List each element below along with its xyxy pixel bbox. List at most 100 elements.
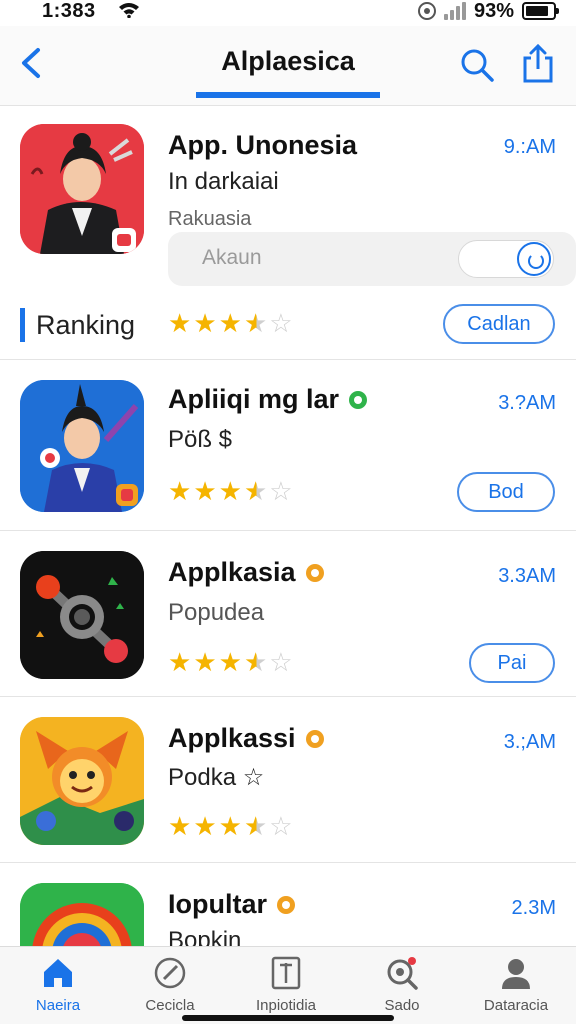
ranking-label: Ranking (36, 310, 136, 340)
app-row[interactable]: Apliiqi mg lar Pöß $ 3.?AM ★ ★ ★ ★ ☆ Bod (0, 360, 576, 531)
app-subtitle: Pöß $ (168, 426, 233, 453)
app-size: 3.3AM (498, 565, 556, 587)
toggle-switch[interactable] (458, 240, 554, 278)
star-half-icon: ★ (243, 476, 268, 506)
star-full-icon: ★ (218, 476, 242, 506)
app-size: 2.3M (511, 897, 556, 919)
app-subtitle: Popudea (168, 599, 265, 626)
tab-library[interactable]: Inpiotidia (236, 955, 336, 1019)
star-full-icon: ★ (218, 811, 242, 841)
app-name: Applkasia (168, 557, 324, 588)
tab-label: Dataracia (483, 997, 549, 1014)
search-badge-icon (387, 957, 418, 990)
star-full-icon: ★ (193, 476, 217, 506)
app-name-text: Apliiqi mg lar (168, 384, 340, 414)
location-ring-icon (417, 2, 436, 20)
search-icon[interactable] (458, 46, 496, 84)
star-empty-icon: ☆ (269, 476, 293, 506)
star-empty-icon: ☆ (269, 308, 293, 338)
home-indicator (182, 1015, 394, 1021)
rainbow-ring-icon (20, 883, 144, 946)
app-name-text: Iopultar (168, 889, 267, 919)
nav-bar: Alplaesica (0, 26, 576, 106)
title-underline (196, 92, 380, 98)
app-row[interactable]: App. Unonesia In darkaiai Rakuasia 9.:AM… (0, 106, 576, 360)
profile-icon (502, 959, 530, 989)
app-name-text: Applkasia (168, 557, 296, 587)
star-full-icon: ★ (168, 476, 192, 506)
book-icon (271, 956, 301, 990)
fidget-spinner-icon (20, 551, 144, 679)
star-full-icon: ★ (168, 811, 192, 841)
install-button[interactable]: Cadlan (443, 304, 555, 344)
status-bar: 1:383 93% (0, 0, 576, 26)
star-rating: ★ ★ ★ ★ ☆ (168, 649, 293, 675)
star-full-icon: ★ (193, 647, 217, 677)
share-icon[interactable] (520, 42, 556, 84)
battery-fill (526, 6, 549, 16)
app-icon-business[interactable] (20, 380, 144, 512)
app-subtitle: In darkaiai (168, 168, 279, 195)
tab-bar: Naeira Cecicla Inpiotidia Sado Dataracia (0, 946, 576, 1024)
app-name: App. Unonesia (168, 130, 358, 160)
star-full-icon: ★ (193, 308, 217, 338)
star-half-icon: ★ (243, 647, 268, 677)
tab-label: Inpiotidia (255, 997, 317, 1014)
verified-badge-icon (305, 729, 324, 748)
star-rating: ★ ★ ★ ★ ☆ (168, 310, 293, 336)
app-icon-spinner[interactable] (20, 551, 144, 679)
status-time: 1:383 (42, 0, 96, 22)
verified-badge-icon (277, 895, 295, 914)
app-row[interactable]: Iopultar Bopkin 2.3M (0, 863, 576, 946)
battery-percent: 93% (473, 0, 514, 22)
star-full-icon: ★ (193, 811, 217, 841)
install-button[interactable]: Pai (469, 643, 555, 683)
refresh-icon (517, 242, 551, 276)
app-row[interactable]: Applkassi Podka ☆ 3.;AM ★ ★ ★ ★ ☆ (0, 697, 576, 863)
tab-home[interactable]: Naeira (8, 955, 108, 1019)
install-button[interactable]: Bod (457, 472, 555, 512)
toggle-panel: Akaun (168, 232, 576, 286)
tab-label: Cecicla (145, 997, 195, 1014)
app-name: Apliiqi mg lar (168, 384, 368, 415)
app-row[interactable]: Applkasia Popudea 3.3AM ★ ★ ★ ★ ☆ Pai (0, 531, 576, 697)
wifi-icon (119, 3, 139, 18)
app-name-text: Applkassi (168, 723, 296, 753)
toggle-label: Akaun (202, 246, 262, 269)
verified-badge-icon (349, 390, 368, 409)
tab-profile[interactable]: Dataracia (466, 955, 566, 1019)
app-size: 9.:AM (503, 136, 556, 158)
battery-icon (522, 2, 559, 20)
app-icon-rainbow[interactable] (20, 883, 144, 946)
app-name: Applkassi (168, 723, 324, 754)
app-icon-fox[interactable] (20, 717, 144, 845)
status-right: 93% (417, 0, 559, 22)
verified-badge-icon (305, 563, 324, 582)
app-size: 3.;AM (503, 731, 556, 753)
star-empty-icon: ☆ (269, 647, 293, 677)
star-full-icon: ★ (218, 647, 242, 677)
tab-label: Naeira (35, 997, 81, 1014)
app-subtitle: Bopkin (168, 927, 242, 946)
app-size: 3.?AM (498, 392, 556, 414)
app-name: Iopultar (168, 889, 295, 920)
ranking-accent-bar (20, 308, 25, 342)
star-full-icon: ★ (218, 308, 242, 338)
star-half-icon: ★ (243, 811, 268, 841)
tab-explore[interactable]: Cecicla (120, 955, 220, 1019)
character-illustration-icon (20, 124, 144, 254)
star-empty-icon: ☆ (269, 811, 293, 841)
app-subtitle: Podka ☆ (168, 764, 265, 791)
app-meta: Rakuasia (168, 208, 252, 230)
tab-label: Sado (384, 997, 420, 1014)
app-list: App. Unonesia In darkaiai Rakuasia 9.:AM… (0, 106, 576, 946)
tab-search[interactable]: Sado (352, 955, 452, 1019)
signal-icon (443, 2, 466, 20)
star-half-icon: ★ (243, 308, 268, 338)
star-full-icon: ★ (168, 308, 192, 338)
fox-character-icon (20, 717, 144, 845)
app-icon-character[interactable] (20, 124, 144, 254)
star-full-icon: ★ (168, 647, 192, 677)
business-person-icon (20, 380, 144, 512)
star-rating: ★ ★ ★ ★ ☆ (168, 813, 293, 839)
